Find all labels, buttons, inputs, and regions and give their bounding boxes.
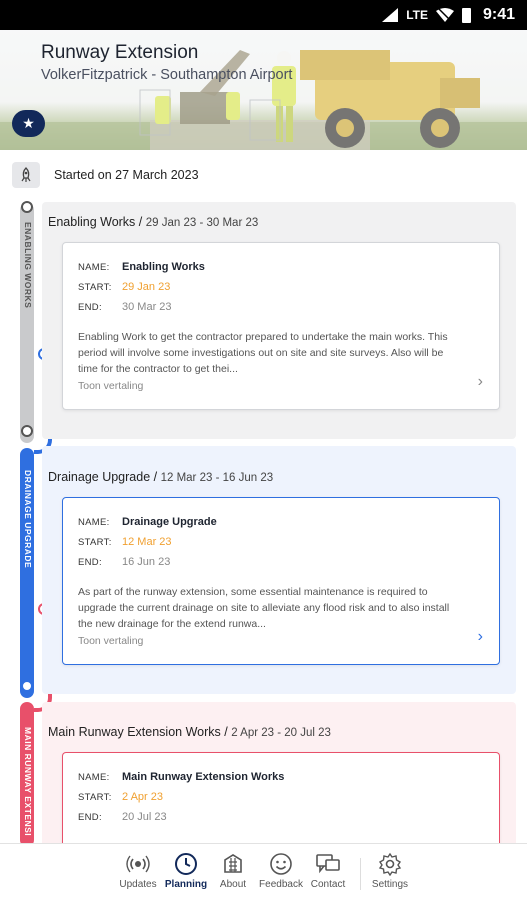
phase-end-dot — [21, 680, 33, 692]
start-label: START: — [78, 537, 112, 548]
card-name-row: NAME: Main Runway Extension Works — [78, 771, 284, 783]
end-value: 30 Mar 23 — [122, 301, 172, 313]
phase-name: Drainage Upgrade / — [48, 470, 158, 484]
clock-time: 9:41 — [482, 6, 515, 23]
end-label: END: — [78, 302, 102, 313]
status-icons: LTE 9:41 — [382, 6, 515, 24]
chevron-right-icon[interactable]: › — [478, 373, 483, 391]
phase-start-dot — [21, 201, 33, 213]
name-value: Drainage Upgrade — [122, 516, 217, 528]
nav-divider — [360, 858, 361, 890]
phase-end-dot — [21, 425, 33, 437]
gear-icon — [366, 852, 414, 876]
nav-feedback[interactable]: Feedback — [257, 852, 305, 890]
bottom-navigation: Updates Planning About Feedback Contact … — [0, 843, 527, 900]
project-title: Runway Extension — [41, 42, 199, 63]
wifi-icon — [435, 8, 454, 22]
nav-label: About — [219, 879, 247, 890]
status-bar: LTE 9:41 — [0, 0, 527, 30]
phase-section-enabling: Enabling Works / 29 Jan 23 - 30 Mar 23 N… — [42, 202, 516, 439]
smiley-icon — [257, 852, 305, 876]
chat-icon — [304, 852, 352, 876]
name-value: Enabling Works — [122, 261, 205, 273]
phase-card[interactable]: NAME: Main Runway Extension Works START: 2… — [62, 752, 500, 852]
translate-link[interactable]: Toon vertaling — [78, 635, 143, 647]
phase-dates: 2 Apr 23 - 20 Jul 23 — [231, 727, 331, 739]
phase-section-drainage: Drainage Upgrade / 12 Mar 23 - 16 Jun 23… — [42, 446, 516, 694]
phase-section-main-runway: Main Runway Extension Works / 2 Apr 23 -… — [42, 702, 516, 852]
phase-title: Main Runway Extension Works / 2 Apr 23 -… — [48, 725, 331, 739]
card-end-row: END: 30 Mar 23 — [78, 301, 172, 313]
translate-link[interactable]: Toon vertaling — [78, 380, 143, 392]
building-icon — [209, 852, 257, 876]
end-value: 20 Jul 23 — [122, 811, 167, 823]
card-start-row: START: 29 Jan 23 — [78, 281, 170, 293]
phase-card[interactable]: NAME: Enabling Works START: 29 Jan 23 END:… — [62, 242, 500, 410]
nav-label: Contact — [310, 879, 346, 890]
phase-name: Enabling Works / — [48, 215, 143, 229]
nav-planning[interactable]: Planning — [162, 852, 210, 890]
nav-updates[interactable]: Updates — [114, 852, 162, 890]
name-label: NAME: — [78, 262, 110, 273]
name-label: NAME: — [78, 772, 110, 783]
phase-title: Enabling Works / 29 Jan 23 - 30 Mar 23 — [48, 215, 258, 229]
card-end-row: END: 16 Jun 23 — [78, 556, 170, 568]
card-start-row: START: 2 Apr 23 — [78, 791, 163, 803]
nav-about[interactable]: About — [209, 852, 257, 890]
card-description: As part of the runway extension, some es… — [78, 586, 450, 630]
rocket-icon — [12, 162, 40, 188]
phase-side-label: DRAINAGE UPGRADE — [23, 470, 33, 569]
phase-dates: 12 Mar 23 - 16 Jun 23 — [160, 472, 274, 484]
chevron-right-icon[interactable]: › — [478, 628, 483, 646]
favorite-button[interactable]: ★ — [12, 110, 45, 137]
start-value: 12 Mar 23 — [122, 536, 172, 548]
start-date-text: Started on 27 March 2023 — [54, 168, 199, 182]
phase-name: Main Runway Extension Works / — [48, 725, 228, 739]
phase-side-label: MAIN RUNWAY EXTENSI — [23, 727, 33, 837]
phase-dates: 29 Jan 23 - 30 Mar 23 — [145, 217, 259, 229]
nav-label: Planning — [164, 879, 208, 890]
name-value: Main Runway Extension Works — [122, 771, 285, 783]
card-name-row: NAME: Enabling Works — [78, 261, 205, 273]
nav-label: Feedback — [259, 879, 303, 890]
name-label: NAME: — [78, 517, 110, 528]
project-subtitle: VolkerFitzpatrick - Southampton Airport — [41, 67, 293, 83]
start-value: 2 Apr 23 — [122, 791, 163, 803]
card-end-row: END: 20 Jul 23 — [78, 811, 167, 823]
start-label: START: — [78, 792, 112, 803]
nav-label: Settings — [371, 879, 409, 890]
star-icon: ★ — [22, 115, 35, 131]
nav-label: Updates — [119, 879, 157, 890]
nav-contact[interactable]: Contact — [304, 852, 352, 890]
card-start-row: START: 12 Mar 23 — [78, 536, 172, 548]
project-header: Runway Extension VolkerFitzpatrick - Sou… — [0, 30, 527, 150]
broadcast-icon — [114, 852, 162, 876]
phase-card[interactable]: NAME: Drainage Upgrade START: 12 Mar 23 EN… — [62, 497, 500, 665]
end-label: END: — [78, 557, 102, 568]
start-label: START: — [78, 282, 112, 293]
phase-side-label: ENABLING WORKS — [23, 222, 33, 309]
phase-title: Drainage Upgrade / 12 Mar 23 - 16 Jun 23 — [48, 470, 273, 484]
nav-settings[interactable]: Settings — [366, 852, 414, 890]
battery-icon — [461, 7, 471, 23]
start-value: 29 Jan 23 — [122, 281, 171, 293]
network-type: LTE — [406, 8, 428, 22]
signal-icon — [382, 8, 399, 22]
card-description: Enabling Work to get the contractor prep… — [78, 331, 448, 375]
end-value: 16 Jun 23 — [122, 556, 171, 568]
clock-icon — [162, 852, 210, 876]
end-label: END: — [78, 812, 102, 823]
project-start-row: Started on 27 March 2023 — [12, 162, 199, 188]
card-name-row: NAME: Drainage Upgrade — [78, 516, 217, 528]
